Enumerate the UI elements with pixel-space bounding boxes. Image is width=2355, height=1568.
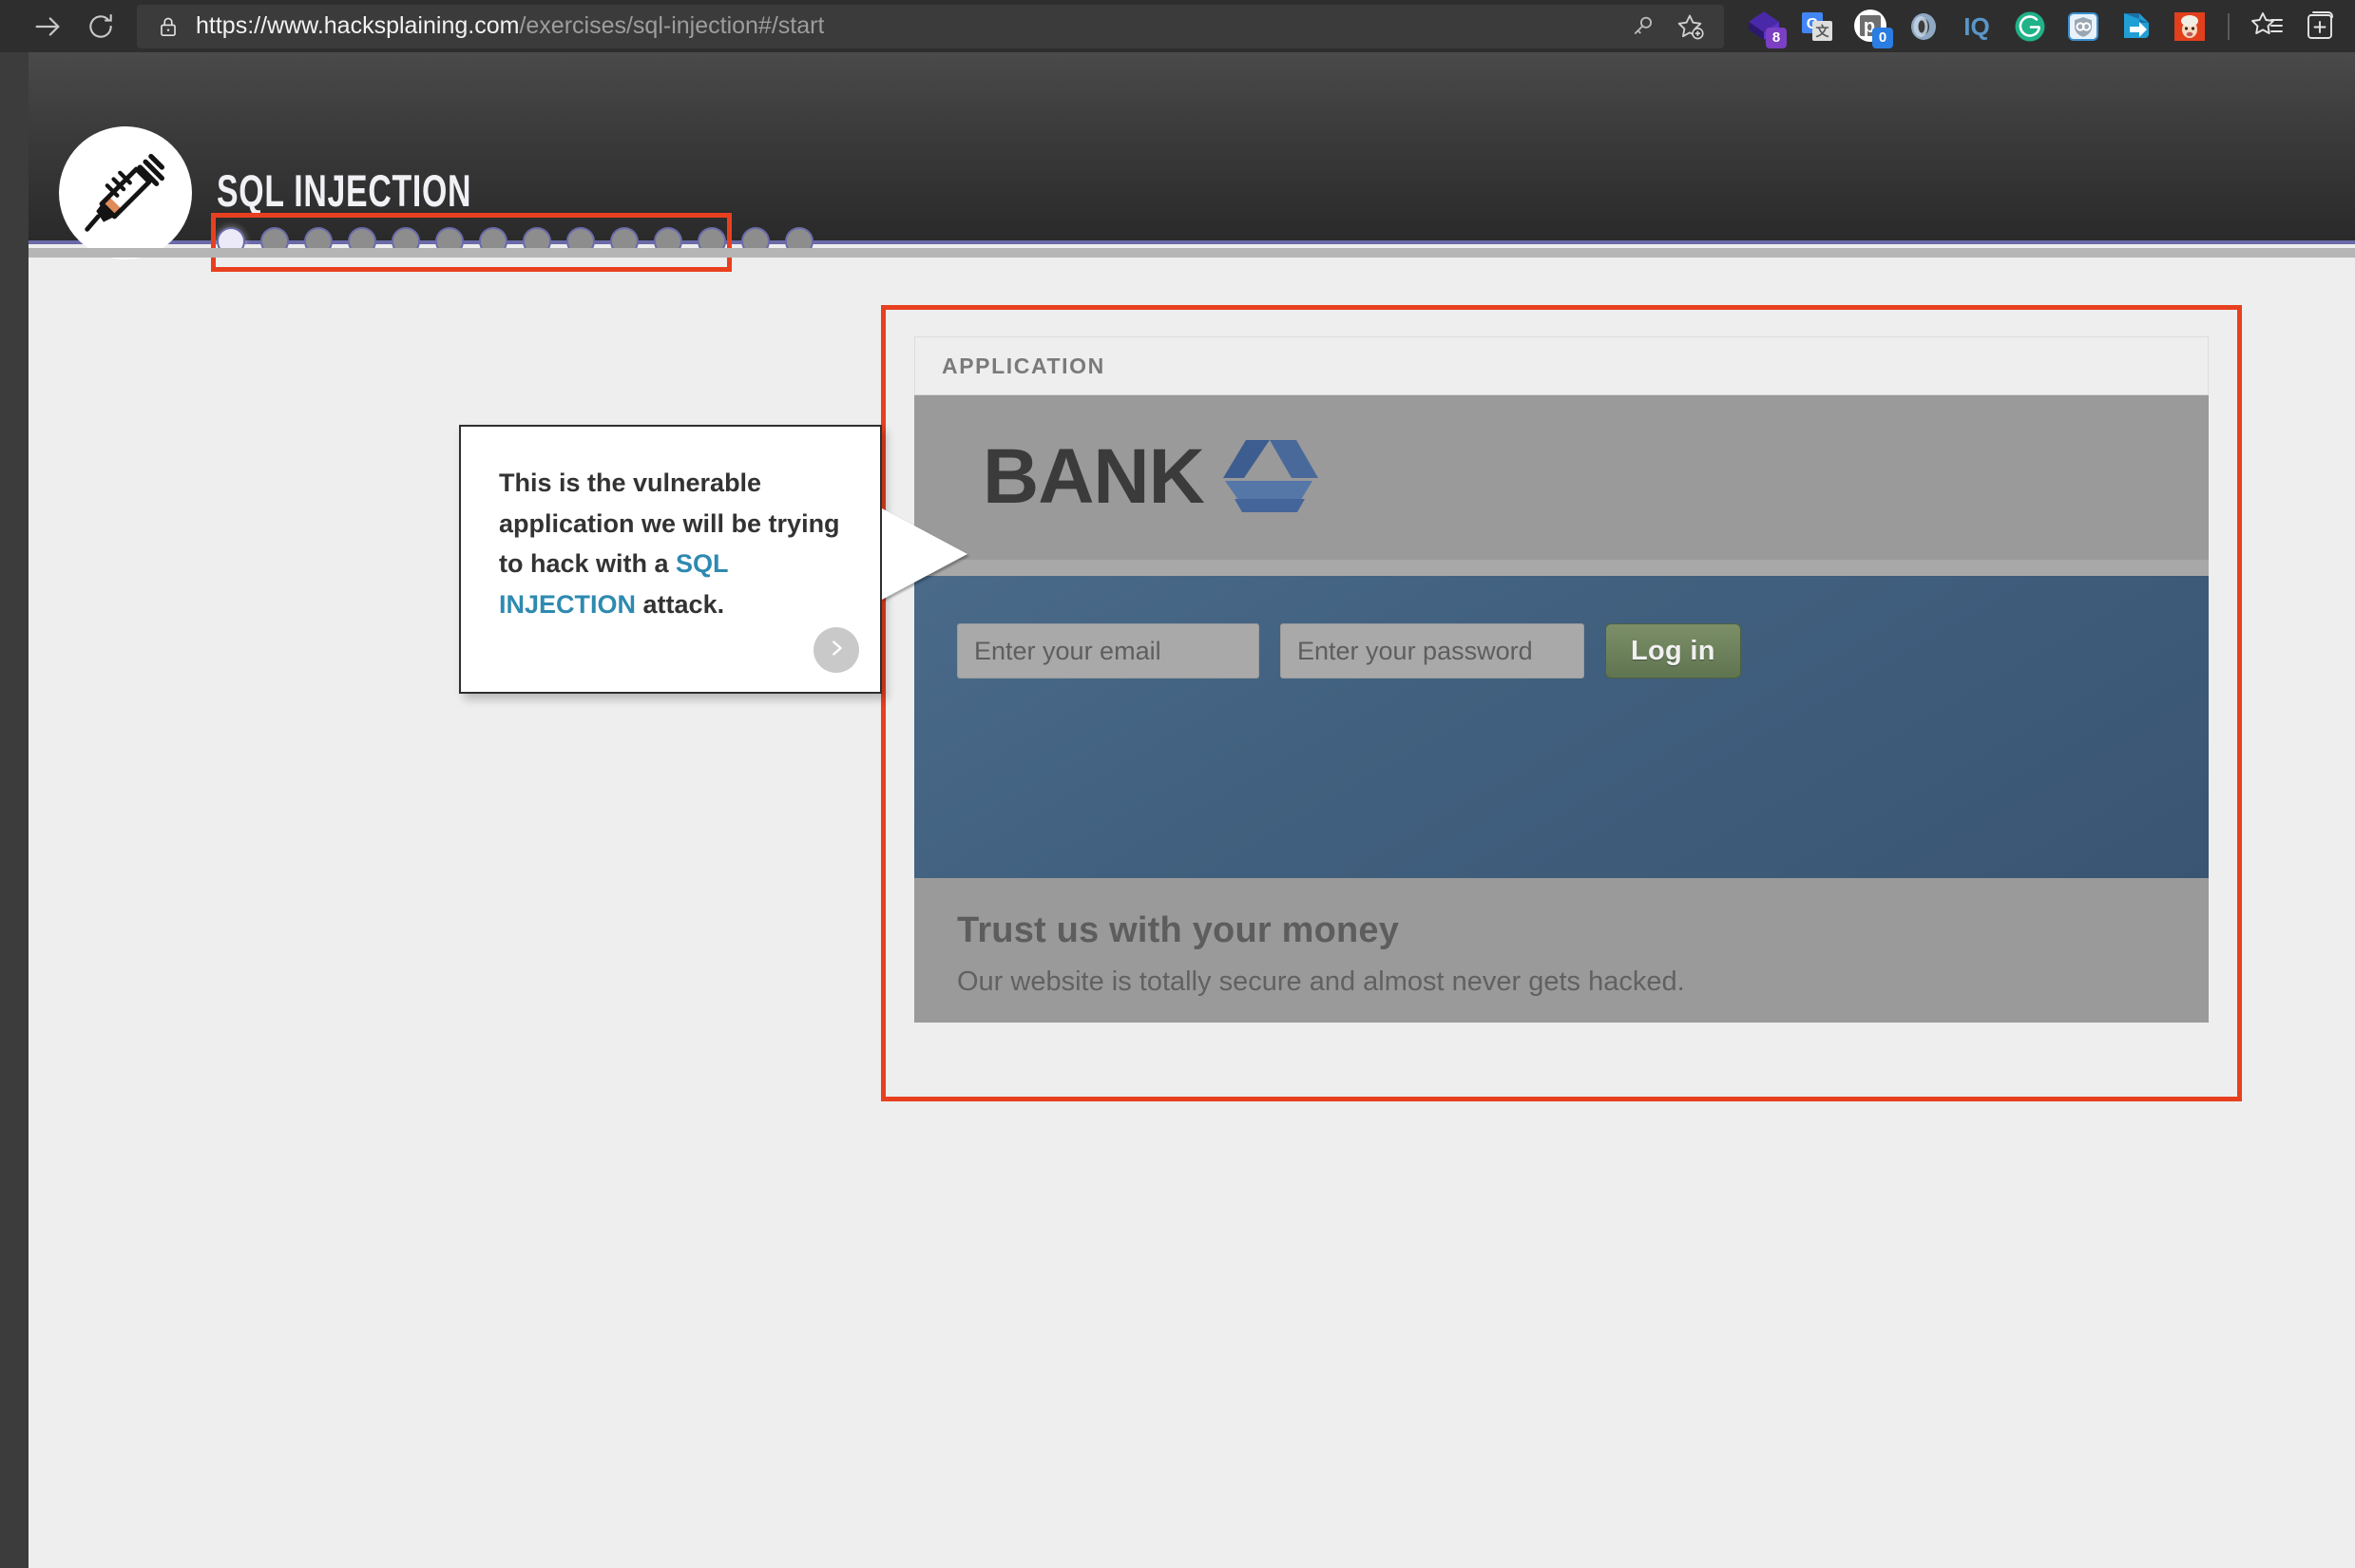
google-translate-icon[interactable]: G 文 — [1790, 3, 1844, 50]
address-bar[interactable]: https://www.hacksplaining.com/exercises/… — [137, 4, 1724, 48]
reload-icon — [86, 11, 116, 42]
email-field[interactable] — [957, 623, 1259, 679]
bank-hero: Log in — [914, 576, 2209, 878]
application-panel: APPLICATION BANK Enter your email Enter … — [914, 336, 2209, 1070]
purple-diamond-extension-icon[interactable]: 8 — [1737, 3, 1790, 50]
grammarly-icon[interactable] — [2003, 3, 2057, 50]
callout-text: This is the vulnerable application we wi… — [461, 427, 880, 625]
exercise-header-underline — [29, 248, 2355, 258]
reload-button[interactable] — [74, 8, 127, 46]
application-panel-label: APPLICATION — [942, 353, 1105, 378]
tutorial-callout: This is the vulnerable application we wi… — [459, 425, 967, 694]
login-button[interactable]: Log in — [1605, 623, 1741, 679]
save-to-blue-arrow-icon[interactable] — [2110, 3, 2163, 50]
shield-privacy-icon[interactable] — [2057, 3, 2110, 50]
bank-logo: BANK — [983, 436, 1322, 518]
callout-pointer — [882, 508, 967, 600]
arrow-right-icon — [31, 10, 64, 43]
bank-login-form: Log in — [957, 623, 2209, 679]
address-bar-actions — [1602, 8, 1711, 46]
iq-extension-icon[interactable]: IQ — [1950, 3, 2003, 50]
collections-add-icon[interactable] — [2294, 3, 2347, 50]
lock-icon — [154, 14, 182, 39]
syringe-icon — [80, 145, 171, 241]
star-add-icon[interactable] — [1669, 8, 1711, 46]
red-character-extension-icon[interactable] — [2163, 3, 2216, 50]
key-icon[interactable] — [1621, 8, 1663, 46]
password-field[interactable] — [1280, 623, 1584, 679]
callout-text-part2: attack. — [636, 589, 725, 619]
extensions-tray: 8 G 文 p 0 — [1724, 0, 2355, 52]
bank-tagline-heading: Trust us with your money — [957, 910, 1400, 950]
blue-ring-extension-icon[interactable] — [1897, 3, 1950, 50]
toolbar-divider — [2228, 12, 2230, 40]
forward-button[interactable] — [21, 8, 74, 46]
callout-text-part1: This is the vulnerable application we wi… — [499, 468, 840, 579]
favorites-star-list-icon[interactable] — [2241, 3, 2294, 50]
bank-triangle-logo-icon — [1210, 436, 1322, 518]
svg-text:IQ: IQ — [1963, 12, 1989, 41]
bank-topbar: BANK — [914, 395, 2209, 559]
svg-text:文: 文 — [1816, 24, 1830, 39]
extension-badge: 0 — [1872, 27, 1893, 48]
exercise-logo — [59, 126, 192, 259]
bank-nav-strip — [914, 559, 2209, 576]
url-text: https://www.hacksplaining.com/exercises/… — [196, 12, 824, 40]
page-title: SQL INJECTION — [217, 165, 472, 216]
extension-badge: 8 — [1766, 27, 1787, 48]
bank-application: BANK Log in — [914, 395, 2209, 1023]
url-path: /exercises/sql-injection#/start — [519, 12, 825, 39]
page-viewport: SQL INJECTION APPLICATION BANK Enter you… — [29, 52, 2355, 1568]
callout-next-button[interactable] — [814, 627, 859, 673]
exercise-header: SQL INJECTION — [29, 52, 2355, 272]
bank-footer: Trust us with your money Our website is … — [914, 878, 2209, 1023]
browser-left-edge — [0, 52, 29, 1568]
url-host: https://www.hacksplaining.com — [196, 12, 520, 39]
bank-wordmark: BANK — [983, 433, 1205, 520]
application-panel-header: APPLICATION — [914, 336, 2209, 395]
browser-toolbar: https://www.hacksplaining.com/exercises/… — [0, 0, 2355, 52]
pocket-extension-icon[interactable]: p 0 — [1844, 3, 1897, 50]
chevron-right-icon — [826, 638, 847, 663]
bank-tagline-body: Our website is totally secure and almost… — [957, 966, 1685, 997]
